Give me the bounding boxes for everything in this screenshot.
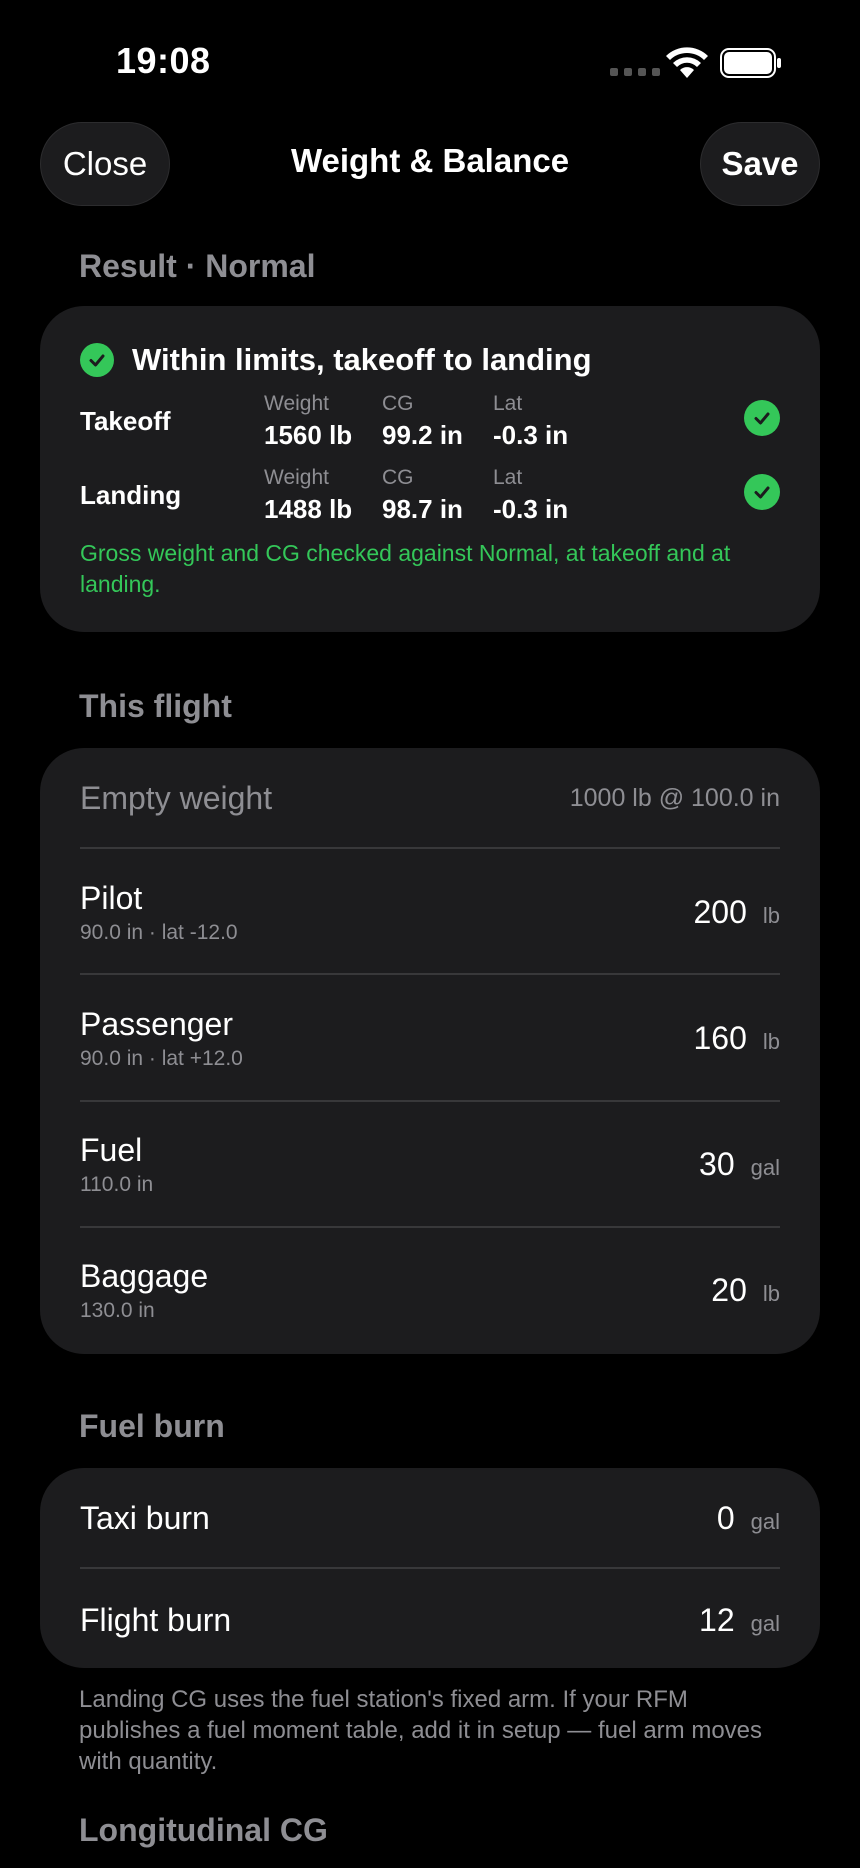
list-item-pilot[interactable]: Pilot 90.0 in · lat -12.0 200 lb	[80, 880, 780, 945]
phase-name: Landing	[80, 480, 182, 510]
item-value[interactable]: 0	[717, 1500, 735, 1537]
takeoff-row: Takeoff Weight 1560 lb CG 99.2 in Lat -0…	[80, 392, 780, 452]
item-unit: gal	[750, 1509, 780, 1534]
metric-label: CG	[382, 466, 414, 489]
metric-value: 99.2 in	[382, 420, 463, 450]
empty-weight-row[interactable]: Empty weight 1000 lb @ 100.0 in	[80, 780, 780, 830]
list-item-fuel[interactable]: Fuel 110.0 in 30 gal	[80, 1132, 780, 1197]
divider	[80, 1226, 780, 1228]
result-headline-text: Within limits, takeoff to landing	[132, 342, 592, 377]
status-time: 19:08	[116, 40, 211, 81]
checkmark-circle-icon	[744, 400, 780, 436]
result-card: Within limits, takeoff to landing Takeof…	[40, 306, 820, 632]
longitudinal-section-label: Longitudinal CG	[79, 1812, 328, 1848]
item-value-wrap[interactable]: 12 gal	[699, 1602, 780, 1639]
fuel-burn-section-label: Fuel burn	[79, 1408, 225, 1444]
result-section-label: Result · Normal	[79, 248, 316, 284]
list-item-baggage[interactable]: Baggage 130.0 in 20 lb	[80, 1258, 780, 1323]
wifi-icon	[666, 47, 708, 78]
item-subtitle: 110.0 in	[80, 1173, 154, 1196]
metric-value: 98.7 in	[382, 494, 463, 524]
item-value-wrap[interactable]: 0 gal	[717, 1500, 780, 1537]
save-button[interactable]: Save	[700, 122, 820, 206]
battery-icon	[720, 48, 781, 78]
metric-label: Lat	[493, 466, 523, 489]
metric-label: Weight	[264, 392, 329, 415]
divider	[80, 847, 780, 849]
fuel-burn-card: Taxi burn 0 gal Flight burn 12 gal	[40, 1468, 820, 1668]
metric-value: 1488 lb	[264, 494, 353, 524]
checkmark-circle-icon	[80, 343, 114, 377]
item-subtitle: 90.0 in · lat +12.0	[80, 1047, 243, 1070]
item-title: Taxi burn	[80, 1500, 210, 1536]
item-unit: lb	[762, 1281, 780, 1306]
status-bar: 19:08	[0, 0, 860, 120]
item-unit: gal	[750, 1611, 780, 1636]
landing-row: Landing Weight 1488 lb CG 98.7 in Lat -0…	[80, 466, 780, 526]
item-title: Pilot	[80, 880, 143, 916]
metric-value: 1560 lb	[264, 420, 353, 450]
lat-metric: Lat -0.3 in	[493, 392, 568, 451]
item-value-wrap[interactable]: 30 gal	[699, 1146, 780, 1183]
item-title: Flight burn	[80, 1602, 232, 1638]
item-unit: gal	[750, 1155, 780, 1180]
checkmark-circle-icon	[744, 474, 780, 510]
divider	[80, 1100, 780, 1102]
landing-status	[744, 474, 780, 510]
lat-metric: Lat -0.3 in	[493, 466, 568, 525]
empty-weight-value-wrap: 1000 lb @ 100.0 in	[570, 784, 780, 813]
item-unit: lb	[762, 903, 780, 928]
item-value-wrap[interactable]: 160 lb	[693, 1020, 780, 1057]
item-value-wrap[interactable]: 20 lb	[711, 1272, 780, 1309]
item-value[interactable]: 200	[693, 894, 746, 931]
list-item-passenger[interactable]: Passenger 90.0 in · lat +12.0 160 lb	[80, 1006, 780, 1071]
divider	[80, 973, 780, 975]
phase-name: Takeoff	[80, 406, 171, 436]
result-headline: Within limits, takeoff to landing	[80, 342, 592, 378]
item-value[interactable]: 20	[711, 1272, 747, 1309]
metric-label: Lat	[493, 392, 523, 415]
fuel-burn-footnote: Landing CG uses the fuel station's fixed…	[79, 1686, 763, 1775]
item-subtitle: 130.0 in	[80, 1299, 155, 1322]
item-value[interactable]: 160	[693, 1020, 746, 1057]
flight-section-label: This flight	[79, 688, 232, 724]
divider	[80, 1567, 780, 1569]
cg-metric: CG 98.7 in	[382, 466, 463, 525]
metric-label: CG	[382, 392, 414, 415]
cg-metric: CG 99.2 in	[382, 392, 463, 451]
item-value-wrap[interactable]: 200 lb	[693, 894, 780, 931]
item-subtitle: 90.0 in · lat -12.0	[80, 921, 238, 944]
result-note: Gross weight and CG checked against Norm…	[80, 540, 731, 597]
list-item-flight-burn[interactable]: Flight burn 12 gal	[80, 1602, 780, 1639]
takeoff-status	[744, 400, 780, 436]
metric-label: Weight	[264, 466, 329, 489]
list-item-taxi-burn[interactable]: Taxi burn 0 gal	[80, 1500, 780, 1537]
item-unit: lb	[762, 1029, 780, 1054]
item-title: Fuel	[80, 1132, 143, 1168]
metric-value: -0.3 in	[493, 494, 569, 524]
weight-metric: Weight 1560 lb	[264, 392, 352, 451]
empty-weight-value: 1000 lb @ 100.0 in	[569, 784, 780, 812]
item-title: Passenger	[80, 1006, 233, 1042]
item-value[interactable]: 30	[699, 1146, 735, 1183]
item-value[interactable]: 12	[699, 1602, 735, 1639]
weight-metric: Weight 1488 lb	[264, 466, 352, 525]
flight-card: Empty weight 1000 lb @ 100.0 in Pilot 90…	[40, 748, 820, 1354]
cellular-signal-icon	[610, 68, 660, 76]
metric-value: -0.3 in	[493, 420, 569, 450]
item-title: Baggage	[80, 1258, 209, 1294]
